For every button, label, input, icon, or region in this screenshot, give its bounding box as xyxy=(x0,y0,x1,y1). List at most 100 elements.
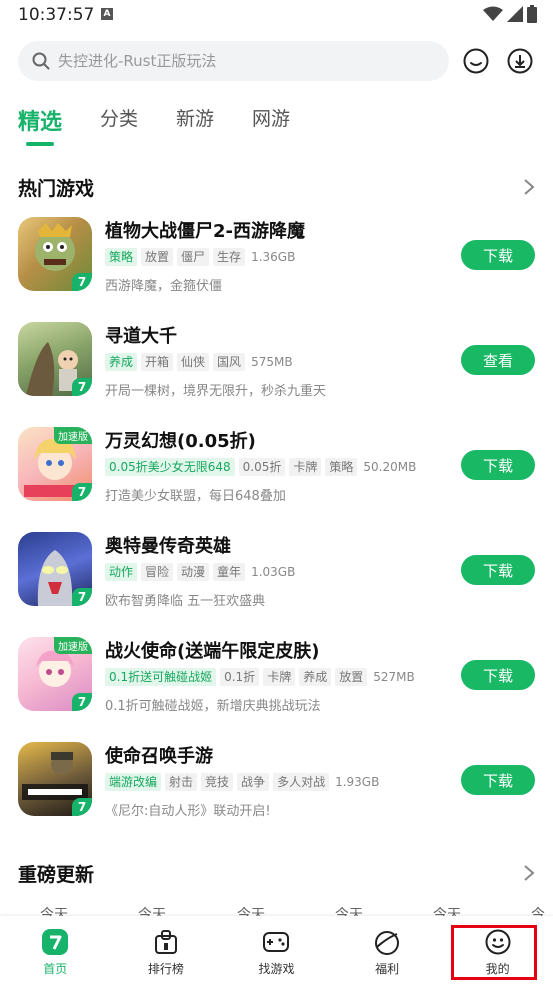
app-badge-icon: 7 xyxy=(72,693,92,711)
game-name: 寻道大千 xyxy=(105,326,177,347)
game-item[interactable]: 7 寻道大千 养成 开箱 仙侠 国风 575MB 开局一棵树，境界无限升，秒杀九… xyxy=(18,322,535,399)
nav-welfare[interactable]: 福利 xyxy=(332,916,443,984)
game-tag: 开箱 xyxy=(141,353,174,371)
major-updates-header[interactable]: 重磅更新 xyxy=(18,858,535,888)
game-name: 奥特曼传奇英雄 xyxy=(105,536,231,557)
app-badge-icon: 7 xyxy=(72,798,92,816)
app-badge-icon: 7 xyxy=(72,378,92,396)
status-icons xyxy=(483,5,537,23)
game-size: 575MB xyxy=(251,355,293,369)
view-button[interactable]: 查看 xyxy=(461,345,535,375)
game-description: 西游降魔，金箍伏僵 xyxy=(105,279,223,294)
notification-icon: A xyxy=(101,8,113,20)
hot-games-header[interactable]: 热门游戏 xyxy=(18,172,535,202)
nav-label: 首页 xyxy=(43,962,68,976)
game-tag: 射击 xyxy=(165,773,198,791)
game-tags: 0.05折美少女无限648 0.05折 卡牌 策略 50.20MB xyxy=(105,458,416,476)
game-tag: 多人对战 xyxy=(273,773,330,791)
game-tags: 0.1折送可触碰战姬 0.1折 卡牌 养成 放置 527MB xyxy=(105,668,415,686)
game-tag: 生存 xyxy=(213,248,246,266)
app-badge-icon: 7 xyxy=(72,273,92,291)
app-badge-icon: 7 xyxy=(72,588,92,606)
game-name: 使命召唤手游 xyxy=(105,746,213,767)
game-description: 开局一棵树，境界无限升，秒杀九重天 xyxy=(105,384,327,399)
game-description: 打造美少女联盟，每日648叠加 xyxy=(105,489,286,504)
game-item[interactable]: 7 使命召唤手游 端游改编 射击 竞技 战争 多人对战 1.93GB 《尼尔:自… xyxy=(18,742,535,819)
ranking-icon xyxy=(150,926,182,958)
nav-label: 排行榜 xyxy=(147,962,184,976)
gift-icon xyxy=(371,926,403,958)
nav-label: 找游戏 xyxy=(258,962,295,976)
game-icon: 加速版 7 xyxy=(18,637,92,711)
game-icon: 7 xyxy=(18,217,92,291)
nav-ranking[interactable]: 排行榜 xyxy=(111,916,222,984)
game-tag: 僵尸 xyxy=(177,248,210,266)
game-description: 欧布智勇降临 五一狂欢盛典 xyxy=(105,594,266,609)
nav-find-games[interactable]: 找游戏 xyxy=(221,916,332,984)
tab-new-games[interactable]: 新游 xyxy=(176,104,214,144)
game-tag: 端游改编 xyxy=(105,773,162,791)
section-title: 重磅更新 xyxy=(18,863,95,886)
tab-category[interactable]: 分类 xyxy=(100,104,138,144)
chevron-right-icon xyxy=(524,179,535,195)
game-tags: 养成 开箱 仙侠 国风 575MB xyxy=(105,353,293,371)
nav-label: 福利 xyxy=(375,962,400,976)
game-tag: 竞技 xyxy=(201,773,234,791)
game-size: 1.03GB xyxy=(251,565,296,579)
message-icon xyxy=(463,48,489,74)
download-button[interactable]: 下载 xyxy=(461,240,535,270)
game-tag: 策略 xyxy=(105,248,138,266)
game-description: 《尼尔:自动人形》联动开启! xyxy=(105,804,271,819)
game-tag: 0.1折 xyxy=(220,668,260,686)
game-tag: 策略 xyxy=(325,458,358,476)
game-tag: 放置 xyxy=(141,248,174,266)
game-tag: 0.05折美少女无限648 xyxy=(105,458,235,476)
game-tag: 卡牌 xyxy=(289,458,322,476)
game-size: 1.93GB xyxy=(335,775,380,789)
game-tag: 动漫 xyxy=(177,563,210,581)
game-tags: 策略 放置 僵尸 生存 1.36GB xyxy=(105,248,295,266)
download-button[interactable]: 下载 xyxy=(461,450,535,480)
speed-badge: 加速版 xyxy=(54,427,92,444)
message-button[interactable] xyxy=(461,46,491,76)
nav-home[interactable]: 首页 xyxy=(0,916,111,984)
game-icon: 7 xyxy=(18,532,92,606)
download-manager-button[interactable] xyxy=(505,46,535,76)
bottom-navigation: 首页 排行榜 找游戏 福利 我的 xyxy=(0,916,553,984)
search-bar[interactable] xyxy=(18,41,449,81)
status-bar: 10:37:57 A xyxy=(0,0,553,30)
search-input[interactable] xyxy=(58,52,398,70)
game-icon: 7 xyxy=(18,742,92,816)
app-badge-icon: 7 xyxy=(72,483,92,501)
game-item[interactable]: 加速版 7 战火使命(送端午限定皮肤) 0.1折送可触碰战姬 0.1折 卡牌 养… xyxy=(18,637,535,714)
game-tag: 战争 xyxy=(237,773,270,791)
home-icon xyxy=(39,926,71,958)
download-button[interactable]: 下载 xyxy=(461,765,535,795)
game-item[interactable]: 加速版 7 万灵幻想(0.05折) 0.05折美少女无限648 0.05折 卡牌… xyxy=(18,427,535,504)
category-tabs: 精选 分类 新游 网游 xyxy=(18,104,328,146)
game-size: 1.36GB xyxy=(251,250,296,264)
game-size: 527MB xyxy=(373,670,415,684)
section-title: 热门游戏 xyxy=(18,177,95,200)
game-tag: 放置 xyxy=(335,668,368,686)
game-item[interactable]: 7 植物大战僵尸2-西游降魔 策略 放置 僵尸 生存 1.36GB 西游降魔，金… xyxy=(18,217,535,294)
game-icon: 加速版 7 xyxy=(18,427,92,501)
game-tag: 动作 xyxy=(105,563,138,581)
download-button[interactable]: 下载 xyxy=(461,555,535,585)
gamepad-icon xyxy=(260,926,292,958)
game-name: 战火使命(送端午限定皮肤) xyxy=(105,641,320,662)
game-size: 50.20MB xyxy=(363,460,417,474)
game-name: 万灵幻想(0.05折) xyxy=(105,431,256,452)
game-item[interactable]: 7 奥特曼传奇英雄 动作 冒险 动漫 童年 1.03GB 欧布智勇降临 五一狂欢… xyxy=(18,532,535,609)
tab-featured[interactable]: 精选 xyxy=(18,104,62,146)
wifi-icon xyxy=(483,6,503,21)
nav-profile[interactable]: 我的 xyxy=(442,916,553,984)
speed-badge: 加速版 xyxy=(54,637,92,654)
search-icon xyxy=(32,52,50,70)
download-button[interactable]: 下载 xyxy=(461,660,535,690)
game-tag: 冒险 xyxy=(141,563,174,581)
game-tag: 养成 xyxy=(105,353,138,371)
tab-online-games[interactable]: 网游 xyxy=(252,104,290,144)
game-tags: 动作 冒险 动漫 童年 1.03GB xyxy=(105,563,295,581)
game-tag: 0.1折送可触碰战姬 xyxy=(105,668,217,686)
